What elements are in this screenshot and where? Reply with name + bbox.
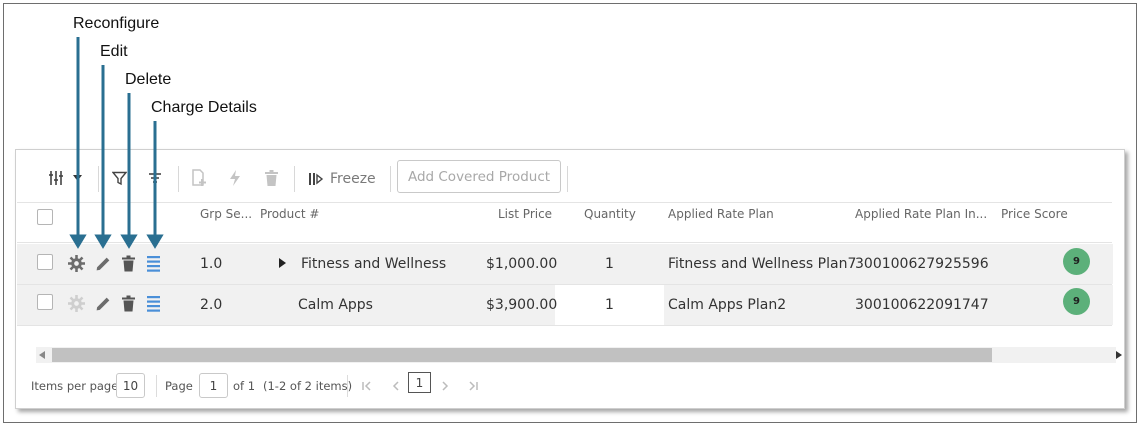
pencil-icon[interactable] (95, 295, 112, 312)
product-cell: Calm Apps (298, 297, 373, 313)
column-settings-button[interactable] (42, 165, 70, 191)
list-price-cell: $3,900.00 (486, 297, 558, 313)
sort-icon (149, 173, 161, 183)
caret-down-icon (72, 175, 82, 181)
column-header-product[interactable]: Product # (260, 207, 319, 221)
bulk-action-button[interactable] (224, 165, 246, 191)
price-score-badge: 9 (1063, 288, 1090, 315)
scrollbar-thumb[interactable] (52, 348, 992, 362)
page-range-label: (1-2 of 2 items) (263, 379, 353, 393)
table-row[interactable]: 1.0 Fitness and Wellness $1,000.00 1 Fit… (17, 244, 1113, 284)
pager-separator (347, 375, 348, 397)
applied-rate-plan-id-cell: 300100627925596 (855, 256, 989, 272)
column-header-grp-seq[interactable]: Grp Se... (200, 207, 252, 221)
column-header-price-score[interactable]: Price Score (1001, 207, 1068, 221)
horizontal-scrollbar[interactable] (36, 347, 1122, 363)
grp-seq-cell: 1.0 (200, 256, 223, 272)
charge-details-icon[interactable] (147, 256, 160, 272)
current-page-button[interactable]: 1 (408, 372, 431, 393)
first-page-icon[interactable] (362, 381, 372, 391)
freeze-label: Freeze (330, 171, 376, 187)
column-settings-dropdown[interactable] (70, 165, 84, 191)
previous-page-icon[interactable] (391, 381, 401, 391)
add-covered-product-button[interactable]: Add Covered Product (397, 160, 561, 193)
page-input[interactable]: 1 (199, 373, 228, 398)
filter-button[interactable] (108, 165, 130, 191)
callout-reconfigure: Reconfigure (73, 15, 160, 32)
applied-rate-plan-id-cell: 300100622091747 (855, 297, 989, 313)
add-product-button[interactable] (188, 165, 210, 191)
toolbar-separator (178, 166, 179, 192)
trash-icon (264, 170, 278, 186)
last-page-icon[interactable] (468, 381, 478, 391)
scroll-right-icon[interactable] (1116, 351, 1122, 359)
callout-charge-details: Charge Details (151, 99, 257, 116)
gear-icon[interactable] (68, 255, 85, 272)
list-price-cell: $1,000.00 (486, 256, 558, 272)
settings-icon (49, 171, 63, 185)
callout-delete: Delete (125, 71, 172, 88)
add-product-icon (192, 169, 206, 186)
page-label: Page (165, 379, 193, 393)
sort-button[interactable] (144, 165, 166, 191)
flash-icon (229, 170, 240, 186)
header-bottom-border (17, 242, 1112, 243)
gear-icon[interactable] (68, 295, 85, 312)
product-grid-panel: Freeze Add Covered Product Grp Se... Pro… (15, 149, 1125, 409)
delete-selected-button[interactable] (260, 165, 282, 191)
pager-separator (156, 375, 157, 397)
toolbar-separator (567, 166, 568, 192)
items-per-page-label: Items per page: (31, 379, 123, 393)
filter-icon (111, 171, 127, 185)
items-per-page-select[interactable]: 10 (116, 373, 145, 398)
row-checkbox[interactable] (37, 294, 53, 310)
freeze-button[interactable]: Freeze (308, 166, 376, 192)
product-cell: Fitness and Wellness (301, 256, 447, 272)
freeze-icon (309, 173, 324, 185)
column-header-quantity[interactable]: Quantity (584, 207, 636, 221)
toolbar-separator (294, 166, 295, 192)
caret-right-icon[interactable] (279, 258, 286, 268)
grp-seq-cell: 2.0 (200, 297, 223, 313)
quantity-cell: 1 (605, 256, 614, 272)
quantity-cell[interactable]: 1 (605, 297, 614, 313)
column-header-list-price[interactable]: List Price (498, 207, 552, 221)
column-header-applied-rate-plan-id[interactable]: Applied Rate Plan In... (855, 207, 987, 221)
applied-rate-plan-cell: Calm Apps Plan2 (668, 297, 787, 313)
select-all-checkbox[interactable] (37, 209, 53, 225)
pencil-icon[interactable] (95, 255, 112, 272)
trash-icon[interactable] (122, 295, 135, 312)
toolbar-separator (98, 166, 99, 192)
header-top-border (17, 202, 1112, 203)
next-page-icon[interactable] (440, 381, 450, 391)
price-score-badge: 9 (1063, 248, 1090, 275)
row-divider (17, 325, 1112, 326)
trash-icon[interactable] (122, 255, 135, 272)
page-of-label: of 1 (233, 379, 256, 393)
toolbar-separator (390, 166, 391, 192)
column-header-applied-rate-plan[interactable]: Applied Rate Plan (668, 207, 774, 221)
scroll-left-icon[interactable] (39, 351, 45, 359)
table-row[interactable]: 2.0 Calm Apps $3,900.00 1 Calm Apps Plan… (17, 285, 1113, 325)
row-checkbox[interactable] (37, 254, 53, 270)
charge-details-icon[interactable] (147, 296, 160, 312)
callout-edit: Edit (100, 43, 128, 60)
applied-rate-plan-cell: Fitness and Wellness Plan7 (668, 256, 857, 272)
